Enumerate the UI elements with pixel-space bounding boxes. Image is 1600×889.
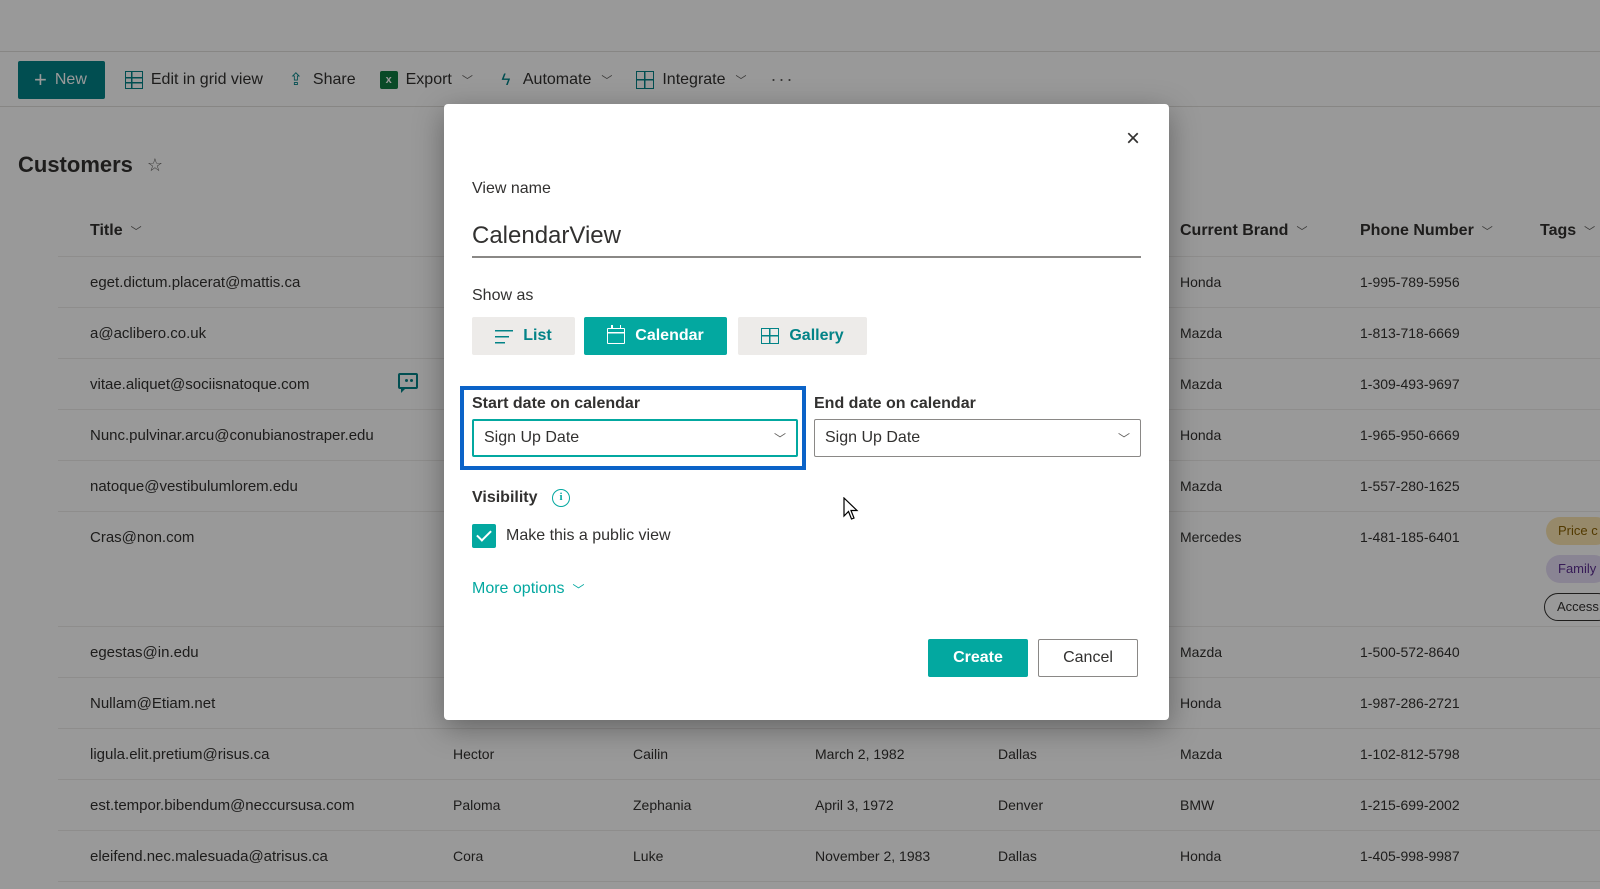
show-as-calendar-button[interactable]: Calendar	[584, 317, 727, 355]
chevron-down-icon: ﹀	[572, 582, 585, 597]
cancel-button[interactable]: Cancel	[1038, 639, 1138, 677]
show-as-gallery-label: Gallery	[789, 327, 844, 344]
close-icon: ×	[1125, 125, 1140, 152]
create-view-dialog: × View name Show as List Calendar Galler…	[444, 104, 1169, 720]
gallery-icon	[761, 328, 780, 344]
visibility-label: Visibility	[472, 489, 538, 506]
start-date-dropdown[interactable]: Sign Up Date ﹀	[472, 419, 798, 457]
more-options-toggle[interactable]: More options ﹀	[472, 580, 585, 598]
show-as-calendar-label: Calendar	[635, 327, 704, 344]
calendar-icon	[607, 325, 626, 344]
view-name-input[interactable]	[472, 216, 1141, 258]
start-date-value: Sign Up Date	[484, 429, 580, 446]
chevron-down-icon: ﹀	[1117, 431, 1130, 446]
start-date-label: Start date on calendar	[472, 395, 641, 412]
create-button[interactable]: Create	[928, 639, 1028, 677]
show-as-list-button[interactable]: List	[472, 317, 575, 355]
public-view-checkbox[interactable]	[472, 524, 496, 548]
end-date-dropdown[interactable]: Sign Up Date ﹀	[814, 419, 1141, 457]
more-options-label: More options	[472, 580, 565, 597]
close-button[interactable]: ×	[1119, 126, 1147, 154]
public-view-label[interactable]: Make this a public view	[506, 527, 671, 545]
info-icon[interactable]: i	[552, 489, 570, 507]
list-icon	[495, 328, 514, 344]
show-as-list-label: List	[523, 327, 552, 344]
end-date-label: End date on calendar	[814, 395, 976, 412]
show-as-gallery-button[interactable]: Gallery	[738, 317, 867, 355]
end-date-value: Sign Up Date	[825, 429, 921, 446]
view-name-label: View name	[472, 180, 551, 197]
chevron-down-icon: ﹀	[773, 431, 786, 446]
show-as-label: Show as	[472, 287, 534, 304]
